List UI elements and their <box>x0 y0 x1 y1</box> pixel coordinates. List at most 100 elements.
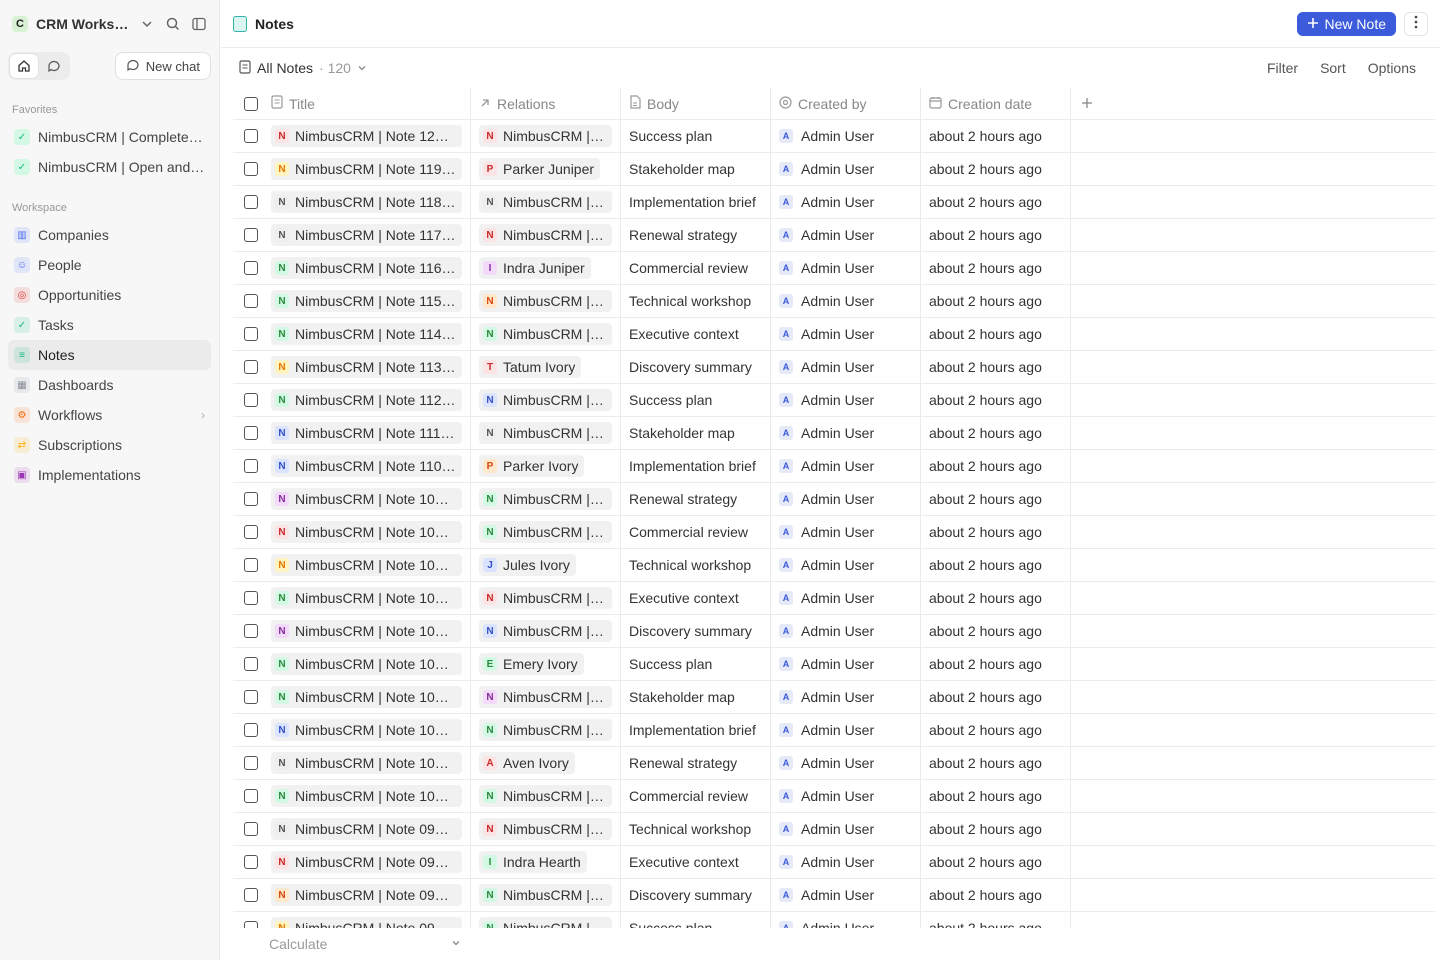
view-chevron-down-icon[interactable] <box>357 60 367 76</box>
note-title-chip[interactable]: N NimbusCRM | Note 113 | Discovery summar… <box>271 356 462 378</box>
title-cell[interactable]: N NimbusCRM | Note 117 | Renewal strategy <box>269 219 471 251</box>
row-checkbox[interactable] <box>233 483 269 515</box>
sidebar-item-people[interactable]: ☺ People <box>8 250 211 280</box>
workspace-switcher[interactable]: C CRM Workspace <box>8 0 211 48</box>
created-by-cell[interactable]: A Admin User <box>771 318 921 350</box>
created-by-cell[interactable]: A Admin User <box>771 450 921 482</box>
created-by-cell[interactable]: A Admin User <box>771 384 921 416</box>
title-cell[interactable]: N NimbusCRM | Note 105 | Discovery summar… <box>269 615 471 647</box>
body-cell[interactable]: Technical workshop <box>621 549 771 581</box>
sidebar-item-dashboards[interactable]: ▦ Dashboards <box>8 370 211 400</box>
relation-chip[interactable]: T Tatum Ivory <box>479 356 582 378</box>
table-row[interactable]: N NimbusCRM | Note 112 | Success plan N Nim… <box>233 384 1435 417</box>
note-title-chip[interactable]: N NimbusCRM | Note 114 | Executive contex… <box>271 323 462 345</box>
row-checkbox[interactable] <box>233 846 269 878</box>
relations-cell[interactable]: N NimbusCRM | Company <box>471 615 621 647</box>
table-row[interactable]: NNimbusCRM | Note 103 | Stakeholder mapN… <box>233 681 1435 714</box>
relations-cell[interactable]: J Jules Ivory <box>471 549 621 581</box>
creation-date-cell[interactable]: about 2 hours ago <box>921 582 1071 614</box>
relations-cell[interactable]: I Indra Juniper <box>471 252 621 284</box>
title-cell[interactable]: N NimbusCRM | Note 110 | Implementation b… <box>269 450 471 482</box>
created-by-cell[interactable]: A Admin User <box>771 351 921 383</box>
created-by-cell[interactable]: A Admin User <box>771 285 921 317</box>
relations-cell[interactable]: N NimbusCRM | Company <box>471 219 621 251</box>
body-cell[interactable]: Commercial review <box>621 252 771 284</box>
creation-date-cell[interactable]: about 2 hours ago <box>921 846 1071 878</box>
note-title-chip[interactable]: N NimbusCRM | Note 100 | Commercial revie… <box>271 785 462 807</box>
creation-date-cell[interactable]: about 2 hours ago <box>921 417 1071 449</box>
relation-chip[interactable]: J Jules Ivory <box>479 554 576 576</box>
created-by-cell[interactable]: A Admin User <box>771 813 921 845</box>
body-cell[interactable]: Renewal strategy <box>621 747 771 779</box>
relation-chip[interactable]: N NimbusCRM | Company <box>479 521 612 543</box>
note-title-chip[interactable]: N NimbusCRM | Note 106 | Executive contex… <box>271 587 462 609</box>
relation-chip[interactable]: N NimbusCRM | Opportunity <box>479 389 612 411</box>
title-cell[interactable]: N NimbusCRM | Note 119 | Stakeholder map <box>269 153 471 185</box>
chevron-down-icon[interactable] <box>139 16 155 32</box>
creation-date-cell[interactable]: about 2 hours ago <box>921 285 1071 317</box>
title-cell[interactable]: N NimbusCRM | Note 103 | Stakeholder map <box>269 681 471 713</box>
title-cell[interactable]: N NimbusCRM | Note 106 | Executive contex… <box>269 582 471 614</box>
note-title-chip[interactable]: N NimbusCRM | Note 105 | Discovery summar… <box>271 620 462 642</box>
sidebar-item-opportunities[interactable]: ◎ Opportunities <box>8 280 211 310</box>
body-cell[interactable]: Success plan <box>621 120 771 152</box>
note-title-chip[interactable]: N NimbusCRM | Note 116 | Commercial revie… <box>271 257 462 279</box>
creation-date-cell[interactable]: about 2 hours ago <box>921 483 1071 515</box>
relations-cell[interactable]: P Parker Ivory <box>471 450 621 482</box>
creation-date-cell[interactable]: about 2 hours ago <box>921 153 1071 185</box>
note-title-chip[interactable]: N NimbusCRM | Note 120 | Success plan <box>271 125 462 147</box>
title-cell[interactable]: N NimbusCRM | Note 101 | Renewal strategy <box>269 747 471 779</box>
title-cell[interactable]: N NimbusCRM | Note 098 | Executive contex… <box>269 846 471 878</box>
table-row[interactable]: N NimbusCRM | Note 107 | Technical worksh… <box>233 549 1435 582</box>
created-by-cell[interactable]: A Admin User <box>771 549 921 581</box>
created-by-cell[interactable]: A Admin User <box>771 120 921 152</box>
relations-cell[interactable]: N NimbusCRM | Company <box>471 714 621 746</box>
created-by-cell[interactable]: A Admin User <box>771 186 921 218</box>
created-by-cell[interactable]: A Admin User <box>771 153 921 185</box>
creation-date-cell[interactable]: about 2 hours ago <box>921 615 1071 647</box>
body-cell[interactable]: Commercial review <box>621 516 771 548</box>
relations-cell[interactable]: A Aven Ivory <box>471 747 621 779</box>
relations-cell[interactable]: N NimbusCRM | Opportunity <box>471 285 621 317</box>
row-checkbox[interactable] <box>233 780 269 812</box>
title-cell[interactable]: N NimbusCRM | Note 111 | Stakeholder map <box>269 417 471 449</box>
relation-chip[interactable]: N NimbusCRM | Company <box>479 422 612 444</box>
body-cell[interactable]: Executive context <box>621 846 771 878</box>
body-cell[interactable]: Implementation brief <box>621 450 771 482</box>
note-title-chip[interactable]: N NimbusCRM | Note 104 | Success plan <box>271 653 462 675</box>
title-cell[interactable]: N NimbusCRM | Note 115 | Technical worksh… <box>269 285 471 317</box>
title-cell[interactable]: N NimbusCRM | Note 109 | Renewal strategy <box>269 483 471 515</box>
relation-chip[interactable]: P Parker Ivory <box>479 455 585 477</box>
row-checkbox[interactable] <box>233 813 269 845</box>
title-cell[interactable]: N NimbusCRM | Note 100 | Commercial revie… <box>269 780 471 812</box>
row-checkbox[interactable] <box>233 252 269 284</box>
relations-cell[interactable]: E Emery Ivory <box>471 648 621 680</box>
table-row[interactable]: N NimbusCRM | Note 097 | Discovery summar… <box>233 879 1435 912</box>
creation-date-cell[interactable]: about 2 hours ago <box>921 813 1071 845</box>
relation-chip[interactable]: E Emery Ivory <box>479 653 584 675</box>
body-cell[interactable]: Executive context <box>621 582 771 614</box>
creation-date-cell[interactable]: about 2 hours ago <box>921 747 1071 779</box>
relations-cell[interactable]: N NimbusCRM | Opportunity <box>471 780 621 812</box>
table-row[interactable]: N NimbusCRM | Note 099 | Technical worksh… <box>233 813 1435 846</box>
row-checkbox[interactable] <box>233 186 269 218</box>
sidebar-item-implementations[interactable]: ▣ Implementations <box>8 460 211 490</box>
title-cell[interactable]: N NimbusCRM | Note 116 | Commercial revie… <box>269 252 471 284</box>
created-by-cell[interactable]: A Admin User <box>771 219 921 251</box>
new-chat-button[interactable]: New chat <box>114 52 211 80</box>
creation-date-cell[interactable]: about 2 hours ago <box>921 384 1071 416</box>
table-row[interactable]: N NimbusCRM | Note 119 | Stakeholder map P… <box>233 153 1435 186</box>
note-title-chip[interactable]: N NimbusCRM | Note 115 | Technical worksh… <box>271 290 462 312</box>
relations-cell[interactable]: P Parker Juniper <box>471 153 621 185</box>
relation-chip[interactable]: N NimbusCRM | Opportunity <box>479 290 612 312</box>
relations-cell[interactable]: N NimbusCRM | Opportunity <box>471 582 621 614</box>
created-by-cell[interactable]: A Admin User <box>771 582 921 614</box>
relations-cell[interactable]: I Indra Hearth <box>471 846 621 878</box>
note-title-chip[interactable]: N NimbusCRM | Note 112 | Success plan <box>271 389 462 411</box>
row-checkbox[interactable] <box>233 120 269 152</box>
home-icon[interactable] <box>10 54 38 78</box>
column-created-by[interactable]: Created by <box>771 88 921 119</box>
relations-cell[interactable]: N NimbusCRM | Company <box>471 120 621 152</box>
body-cell[interactable]: Stakeholder map <box>621 153 771 185</box>
chat-bubble-icon[interactable] <box>40 54 68 78</box>
